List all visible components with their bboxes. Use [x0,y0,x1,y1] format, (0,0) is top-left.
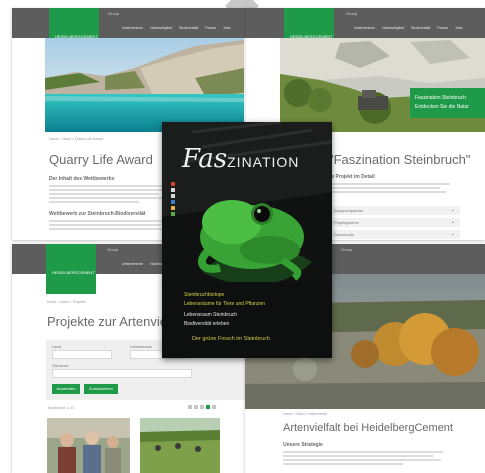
nav-item[interactable]: Jobs [223,26,230,30]
nav-item[interactable]: Unternehmen [122,26,143,30]
utility-link[interactable]: Group [341,247,352,252]
brand-logo[interactable]: HEIDELBERGCEMENT [46,244,96,294]
cover-line: Steinbruchbiotope [184,292,225,298]
banner-line: Entdecken Sie die Natur [415,104,469,110]
utility-link[interactable]: Group [346,11,357,16]
chevron-down-icon: ⌄ [450,219,455,225]
cover-line: Lebensräume für Tiere und Pflanzen [184,301,265,307]
main-nav: Unternehmen Nachhaltigkeit Biodiversität… [122,26,231,30]
text-line [49,185,167,187]
utility-link[interactable]: Group [107,247,118,252]
text-line [49,197,165,199]
section-heading: Unsere Strategie [283,442,323,448]
nav-item[interactable]: Unternehmen [354,26,375,30]
text-line [283,455,433,457]
page-title: Artenvielfalt bei HeidelbergCement [283,422,453,434]
chevron-down-icon: ⌄ [450,231,455,237]
pagination [188,405,216,409]
accordion-item[interactable]: Downloads ⌄ [330,230,460,239]
project-thumbnail-meadow[interactable] [140,418,220,473]
nav-item[interactable]: Jobs [455,26,462,30]
utility-link[interactable]: Group [108,11,119,16]
filter-label: Stichwort [52,363,69,368]
text-line [49,220,167,222]
accordion-label: Ansprechpartner [334,208,364,213]
text-line [49,201,139,203]
nav-item[interactable]: Nachhaltigkeit [382,26,404,30]
text-line [49,224,161,226]
magazine-title-script: Fas [182,144,228,174]
accordion-label: Projektpartner [334,220,360,225]
section-heading: Wettbewerb zur Steinbruch-Biodiversität [49,211,146,217]
section-heading: Der Inhalt des Wettbewerbs [49,176,115,182]
page-dot[interactable] [206,405,210,409]
breadcrumb[interactable]: Home > Natur > Quarry Life Award [49,137,103,141]
keyword-input[interactable] [52,369,192,378]
nav-item[interactable]: Presse [205,26,216,30]
breadcrumb[interactable]: Home > Natur > Projekte [47,300,86,304]
page-title: Projekte zur Artenviel [47,314,170,329]
accordion-item[interactable]: Projektpartner ⌄ [330,218,460,227]
page-dot[interactable] [212,405,216,409]
magazine-cover: FasZINATION Steinbruchbiotope Lebensräum… [162,122,332,358]
page-title: ekt "Faszination Steinbruch" [308,152,471,167]
page-dot[interactable] [200,405,204,409]
text-line [283,451,443,453]
section-heading: ie Projekt im Detail [330,174,375,180]
nav-item[interactable]: Biodiversität [179,26,198,30]
magazine-title-caps: ZINATION [227,154,300,170]
magazine-title: FasZINATION [182,144,299,174]
text-line [49,228,165,230]
accordion-label: Downloads [334,232,354,237]
project-thumbnail-people[interactable] [47,418,130,473]
banner-caption: Faszination Steinbruch Entdecken Sie die… [410,88,485,118]
country-select[interactable] [52,350,112,359]
text-line [330,191,446,193]
text-line [330,187,440,189]
breadcrumb[interactable]: Home > Natur > Artenvielfalt [283,412,327,416]
nav-item[interactable]: Presse [437,26,448,30]
text-line [330,183,450,185]
main-nav: Unternehmen Nachhaltigkeit Biodiversität… [354,26,463,30]
cover-line: Lebensraum Steinbruch [184,312,238,318]
text-line [49,189,167,191]
page-dot[interactable] [188,405,192,409]
nav-item[interactable]: Unternehmen [122,262,143,266]
text-line [49,193,159,195]
banner-line: Faszination Steinbruch [415,95,466,101]
chevron-down-icon: ⌄ [450,207,455,213]
nav-item[interactable]: Nachhaltigkeit [150,26,172,30]
quarry-lake-photo [45,38,244,132]
reset-button[interactable]: Zurücksetzen [84,384,118,394]
cover-line: Biodiversität erleben [184,321,230,327]
accordion-item[interactable]: Ansprechpartner ⌄ [330,206,460,215]
filter-label: Lebensraum [130,344,153,349]
results-count: Ergebnisse: 1-10 [48,406,75,410]
header-bar [246,8,485,38]
nav-item[interactable]: Biodiversität [411,26,430,30]
apply-button[interactable]: Anwenden [52,384,80,394]
filter-label: Land [52,344,61,349]
text-line [283,463,403,465]
page-title: Quarry Life Award [49,152,153,167]
text-line [283,459,441,461]
cover-bottom-line: Der grüne Frosch im Steinbruch [192,336,270,342]
page-dot[interactable] [194,405,198,409]
logo-text: HEIDELBERGCEMENT [52,270,95,275]
